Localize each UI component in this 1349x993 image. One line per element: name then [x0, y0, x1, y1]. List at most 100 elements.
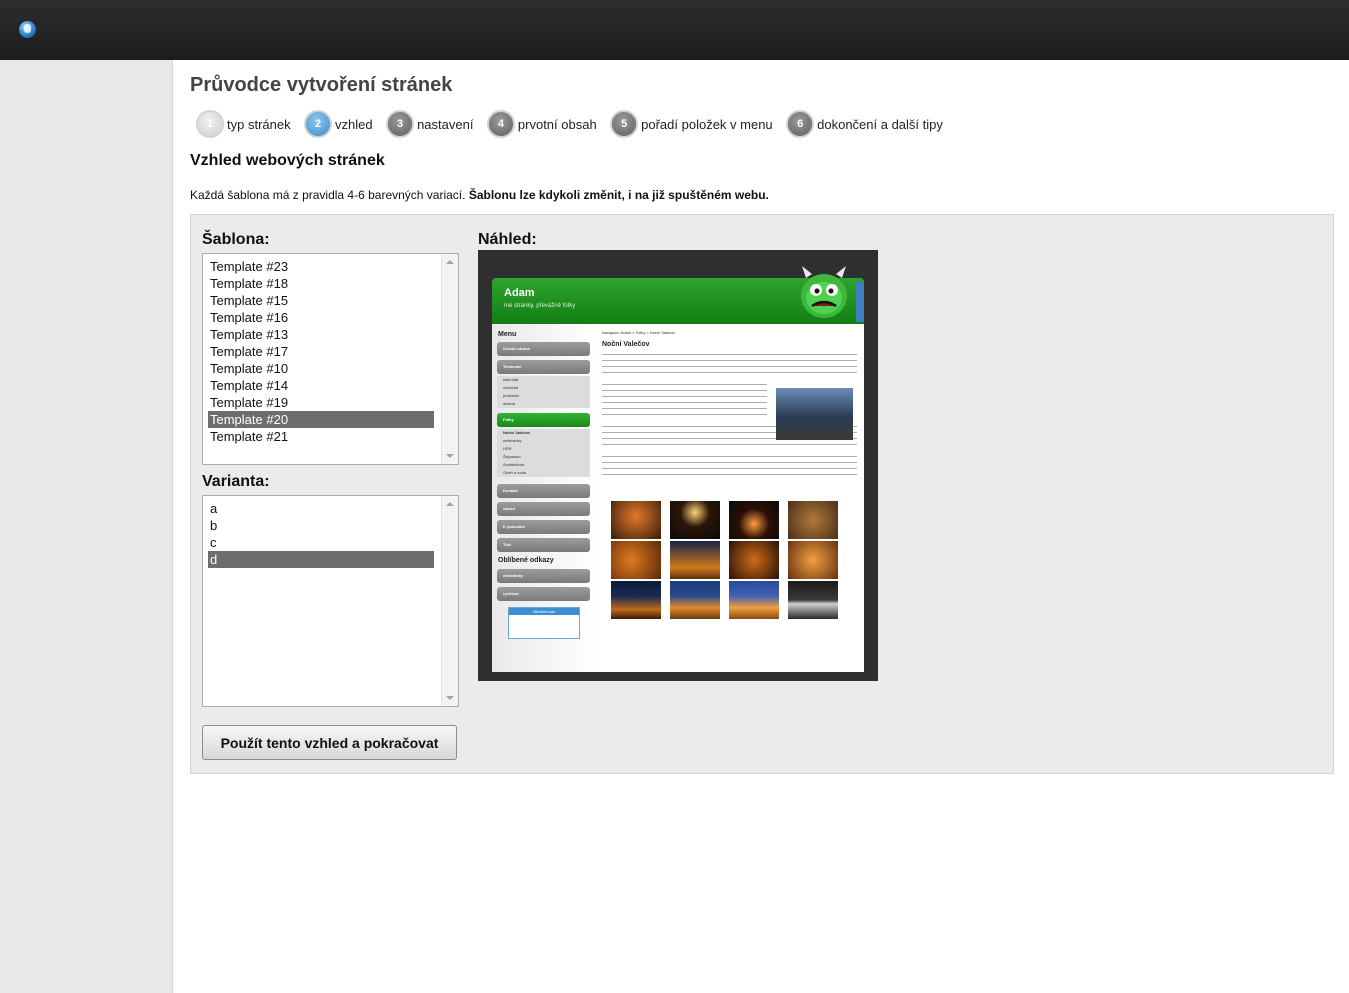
- preview-photo: [729, 501, 779, 539]
- preview-header: Adam mé stránky, převážně fotky: [492, 266, 864, 324]
- preview-submenu-item: kalendář: [503, 377, 519, 382]
- template-option[interactable]: Template #10: [208, 360, 434, 377]
- continue-button[interactable]: Použít tento vzhled a pokračovat: [202, 725, 457, 760]
- preview-submenu-item: anketa: [503, 401, 516, 406]
- preview-menu-item: Úvodní strana: [497, 342, 590, 356]
- template-option[interactable]: Template #16: [208, 309, 434, 326]
- step-initial-content[interactable]: 4 prvotní obsah: [486, 110, 597, 138]
- section-title: Vzhled webových stránek: [190, 152, 385, 169]
- preview-label: Náhled:: [478, 231, 537, 248]
- step-label: typ stránek: [227, 116, 291, 132]
- intro-text: Každá šablona má z pravidla 4-6 barevnýc…: [190, 188, 769, 202]
- step-label: dokončení a další tipy: [817, 116, 943, 132]
- preview-favorite-item: rychlost: [497, 587, 590, 601]
- monster-mascot-icon: [801, 266, 847, 318]
- step-number: 4: [486, 110, 515, 138]
- intro-bold: Šablonu lze kdykoli změnit, i na již spu…: [468, 188, 769, 202]
- step-type[interactable]: 1 typ stránek: [196, 110, 291, 138]
- scroll-up-icon[interactable]: [446, 260, 454, 264]
- preview-paragraph: [602, 352, 857, 378]
- step-settings[interactable]: 3 nastavení: [386, 110, 473, 138]
- preview-photo: [776, 388, 853, 440]
- preview-menu-item: K pokusům: [497, 520, 590, 534]
- intro-plain: Každá šablona má z pravidla 4-6 barevnýc…: [190, 188, 469, 202]
- preview-site-subtitle: mé stránky, převážně fotky: [504, 303, 576, 309]
- top-bar: [0, 0, 1349, 60]
- template-option[interactable]: Template #21: [208, 428, 434, 445]
- template-preview: Adam mé stránky, převážně fotky Menu Úvo…: [478, 250, 878, 681]
- variant-label: Varianta:: [202, 473, 270, 490]
- template-option[interactable]: Template #13: [208, 326, 434, 343]
- left-sidebar: [0, 60, 173, 993]
- preview-submenu-item: netstranky: [503, 438, 522, 443]
- preview-photo: [670, 501, 720, 539]
- appearance-panel: Šablona: Template #23 Template #18 Templ…: [190, 214, 1334, 774]
- template-option[interactable]: Template #18: [208, 275, 434, 292]
- template-option[interactable]: Template #15: [208, 292, 434, 309]
- scroll-up-icon[interactable]: [446, 502, 454, 506]
- template-option[interactable]: Template #14: [208, 377, 434, 394]
- step-label: nastavení: [417, 116, 474, 132]
- preview-photo: [611, 541, 661, 579]
- template-listbox[interactable]: Template #23 Template #18 Template #15 T…: [202, 253, 459, 465]
- preview-submenu: Noční Valečov netstranky HDR Šejcarsko A…: [497, 429, 590, 477]
- preview-submenu: kalendář minichat počitadlo anketa: [497, 376, 590, 408]
- preview-submenu-item: Šejcarsko: [503, 454, 521, 459]
- preview-breadcrumb: Navigace: Adam » Fotky » Noční Valečov: [602, 330, 676, 335]
- variant-option[interactable]: b: [208, 517, 434, 534]
- template-label: Šablona:: [202, 231, 270, 248]
- variant-option-selected[interactable]: d: [208, 551, 434, 568]
- step-number: 2: [304, 110, 333, 138]
- preview-favorite-item: netstránky: [497, 569, 590, 583]
- preview-menu-heading: Menu: [498, 331, 517, 338]
- step-appearance[interactable]: 2 vzhled: [304, 110, 373, 138]
- step-number: 3: [386, 110, 415, 138]
- template-option-selected[interactable]: Template #20: [208, 411, 434, 428]
- variant-listbox[interactable]: a b c d: [202, 495, 459, 707]
- preview-menu-item: Kontakt: [497, 484, 590, 498]
- preview-photo: [611, 581, 661, 619]
- preview-photo: [729, 541, 779, 579]
- preview-submenu-item: Noční Valečov: [503, 430, 531, 435]
- preview-favorites-heading: Oblíbené odkazy: [498, 557, 554, 564]
- variant-option[interactable]: c: [208, 534, 434, 551]
- preview-photo: [729, 581, 779, 619]
- preview-submenu-item: počitadlo: [503, 393, 520, 398]
- step-menu-order[interactable]: 5 pořadí položek v menu: [610, 110, 773, 138]
- scroll-down-icon[interactable]: [446, 454, 454, 458]
- variant-option[interactable]: a: [208, 500, 434, 517]
- step-number: 6: [786, 110, 815, 138]
- preview-photo: [670, 541, 720, 579]
- template-option[interactable]: Template #23: [208, 258, 434, 275]
- scrollbar[interactable]: [441, 254, 458, 464]
- preview-visit-counter: Návštěvnost: [508, 607, 580, 639]
- template-option[interactable]: Template #19: [208, 394, 434, 411]
- scroll-down-icon[interactable]: [446, 696, 454, 700]
- preview-body: Menu Úvodní strana Testování kalendář mi…: [492, 324, 864, 672]
- template-option[interactable]: Template #17: [208, 343, 434, 360]
- step-number: 5: [610, 110, 639, 138]
- wizard-steps: 1 typ stránek 2 vzhled 3 nastavení 4 prvotní…: [196, 110, 952, 138]
- preview-photo: [670, 581, 720, 619]
- page-title: Průvodce vytvoření stránek: [190, 74, 453, 96]
- preview-photo: [788, 581, 838, 619]
- preview-photo: [788, 541, 838, 579]
- globe-icon[interactable]: [19, 21, 36, 38]
- scrollbar[interactable]: [441, 496, 458, 706]
- preview-site-title: Adam: [504, 287, 535, 299]
- preview-submenu-item: minichat: [503, 385, 518, 390]
- preview-menu: Menu Úvodní strana Testování kalendář mi…: [492, 324, 597, 672]
- preview-menu-item: Tisk: [497, 538, 590, 552]
- step-finish[interactable]: 6 dokončení a další tipy: [786, 110, 943, 138]
- preview-menu-item-active: Fotky: [497, 413, 590, 427]
- preview-paragraph: [602, 454, 857, 480]
- preview-submenu-item: Architektura: [503, 462, 525, 467]
- preview-photo: [611, 501, 661, 539]
- step-label: vzhled: [335, 116, 373, 132]
- preview-menu-item: Testování: [497, 360, 590, 374]
- preview-counter-title: Návštěvnost: [509, 608, 579, 615]
- step-label: pořadí položek v menu: [641, 116, 773, 132]
- preview-submenu-item: HDR: [503, 446, 512, 451]
- step-label: prvotní obsah: [517, 116, 597, 132]
- preview-photo: [788, 501, 838, 539]
